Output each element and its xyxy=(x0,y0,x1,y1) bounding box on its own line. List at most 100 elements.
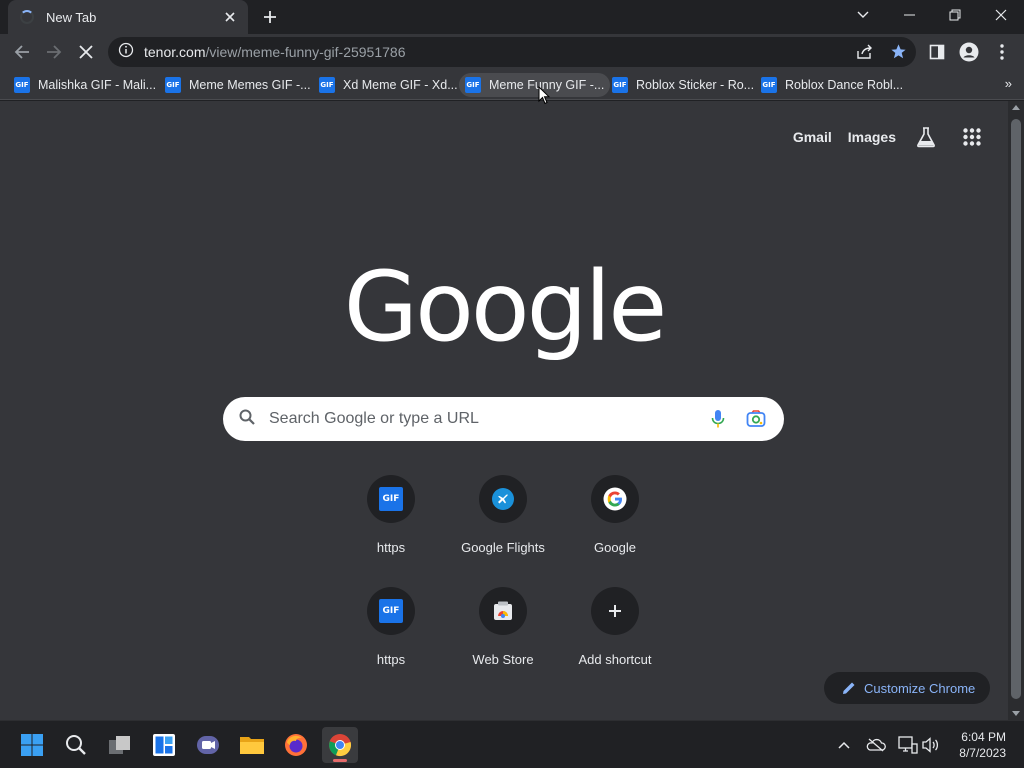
address-bar[interactable]: tenor.com/view/meme-funny-gif-25951786 xyxy=(108,37,916,67)
windows-logo-icon xyxy=(21,734,43,756)
teams-chat-icon[interactable] xyxy=(190,727,226,763)
tab-new-tab[interactable]: New Tab xyxy=(8,0,248,34)
gif-icon: GIF xyxy=(14,77,30,93)
clock-date: 8/7/2023 xyxy=(959,746,1006,760)
plus-icon xyxy=(609,605,621,617)
shortcut-tile[interactable]: Google xyxy=(559,473,671,585)
toolbar: tenor.com/view/meme-funny-gif-25951786 xyxy=(0,34,1024,70)
bookmark-item[interactable]: GIF Roblox Dance Robl... xyxy=(755,73,909,97)
taskbar-search-icon[interactable] xyxy=(58,727,94,763)
gif-icon: GIF xyxy=(165,77,181,93)
flights-icon xyxy=(492,488,514,510)
bookmarks-overflow-button[interactable]: » xyxy=(1005,76,1012,91)
loading-spinner-icon xyxy=(20,10,34,24)
customize-chrome-button[interactable]: Customize Chrome xyxy=(824,672,990,704)
pencil-icon xyxy=(842,681,856,695)
shortcut-tile[interactable]: GIF https xyxy=(335,473,447,585)
new-tab-page: Gmail Images Google Search Google or typ… xyxy=(0,101,1008,720)
google-g-icon xyxy=(603,487,627,511)
shortcut-label: https xyxy=(376,652,406,667)
show-hidden-icons-chevron-icon[interactable] xyxy=(833,734,855,756)
stop-loading-button[interactable] xyxy=(72,38,100,66)
labs-flask-icon[interactable] xyxy=(910,121,942,153)
task-view-icon[interactable] xyxy=(102,727,138,763)
taskbar-clock[interactable]: 6:04 PM 8/7/2023 xyxy=(959,729,1006,761)
web-store-icon xyxy=(494,601,512,620)
forward-button[interactable] xyxy=(40,38,68,66)
onedrive-offline-icon[interactable] xyxy=(865,734,887,756)
shortcut-label: Google xyxy=(594,540,636,555)
new-tab-button[interactable] xyxy=(256,4,284,30)
voice-search-icon[interactable] xyxy=(706,407,730,431)
mouse-cursor-icon xyxy=(538,85,551,110)
scroll-down-arrow-icon[interactable] xyxy=(1012,711,1020,716)
widgets-icon[interactable] xyxy=(146,727,182,763)
bookmark-item[interactable]: GIF Meme Memes GIF -... xyxy=(159,73,317,97)
side-panel-button[interactable] xyxy=(923,38,951,66)
bookmark-item[interactable]: GIF Xd Meme GIF - Xd... xyxy=(313,73,464,97)
top-links: Gmail Images xyxy=(777,121,988,153)
tab-title: New Tab xyxy=(46,9,97,25)
bookmark-star-icon[interactable] xyxy=(890,43,907,65)
shortcut-icon-circle xyxy=(479,475,527,523)
gif-icon: GIF xyxy=(612,77,628,93)
profile-avatar-icon[interactable] xyxy=(955,38,983,66)
shortcut-icon-circle: GIF xyxy=(367,587,415,635)
volume-icon[interactable] xyxy=(921,734,943,756)
tab-search-chevron-icon[interactable] xyxy=(840,0,886,30)
gif-icon: GIF xyxy=(761,77,777,93)
bookmark-item[interactable]: GIF Malishka GIF - Mali... xyxy=(8,73,162,97)
minimize-button[interactable] xyxy=(886,0,932,30)
google-logo: Google xyxy=(343,251,668,363)
bookmark-label: Malishka GIF - Mali... xyxy=(38,78,157,92)
gif-icon: GIF xyxy=(319,77,335,93)
clock-time: 6:04 PM xyxy=(961,730,1006,744)
restore-button[interactable] xyxy=(932,0,978,30)
share-icon[interactable] xyxy=(856,44,873,65)
bookmarks-bar: GIF Malishka GIF - Mali... GIF Meme Meme… xyxy=(0,70,1024,100)
gmail-link[interactable]: Gmail xyxy=(793,129,832,145)
shortcut-label: Add shortcut xyxy=(578,652,652,667)
bookmark-item[interactable]: GIF Meme Funny GIF -... xyxy=(459,73,611,97)
bookmark-label: Roblox Sticker - Ro... xyxy=(636,78,755,92)
images-link[interactable]: Images xyxy=(848,129,896,145)
file-explorer-icon[interactable] xyxy=(234,727,270,763)
tab-strip: New Tab xyxy=(0,0,1024,34)
back-button[interactable] xyxy=(8,38,36,66)
google-apps-icon[interactable] xyxy=(956,121,988,153)
bookmark-item[interactable]: GIF Roblox Sticker - Ro... xyxy=(606,73,760,97)
bookmark-label: Meme Memes GIF -... xyxy=(189,78,311,92)
search-box[interactable]: Search Google or type a URL xyxy=(223,397,784,441)
shortcut-label: Google Flights xyxy=(461,540,545,555)
shortcut-tile[interactable]: Google Flights xyxy=(447,473,559,585)
shortcut-icon-circle: GIF xyxy=(367,475,415,523)
shortcut-tile[interactable]: GIF https xyxy=(335,585,447,697)
windows-taskbar: 6:04 PM 8/7/2023 xyxy=(0,720,1024,768)
customize-chrome-label: Customize Chrome xyxy=(864,680,976,696)
shortcut-label: https xyxy=(376,540,406,555)
bookmark-label: Xd Meme GIF - Xd... xyxy=(343,78,458,92)
site-info-icon[interactable] xyxy=(118,42,134,63)
shortcut-icon-circle xyxy=(591,475,639,523)
gif-icon: GIF xyxy=(379,599,403,623)
scroll-up-arrow-icon[interactable] xyxy=(1012,105,1020,110)
shortcut-icon-circle xyxy=(479,587,527,635)
gif-icon: GIF xyxy=(465,77,481,93)
add-shortcut-button[interactable]: Add shortcut xyxy=(559,585,671,697)
chrome-menu-icon[interactable] xyxy=(988,38,1016,66)
start-button[interactable] xyxy=(14,727,50,763)
shortcut-icon-circle xyxy=(591,587,639,635)
close-tab-icon[interactable] xyxy=(222,9,238,25)
shortcut-tile[interactable]: Web Store xyxy=(447,585,559,697)
shortcut-label: Web Store xyxy=(472,652,534,667)
close-window-button[interactable] xyxy=(978,0,1024,30)
scrollbar-thumb[interactable] xyxy=(1011,119,1021,699)
gif-icon: GIF xyxy=(379,487,403,511)
url-host: tenor.com xyxy=(144,44,206,60)
network-icon[interactable] xyxy=(897,734,919,756)
search-placeholder: Search Google or type a URL xyxy=(269,410,479,427)
page-scrollbar[interactable] xyxy=(1008,101,1024,720)
chrome-taskbar-icon[interactable] xyxy=(322,727,358,763)
firefox-icon[interactable] xyxy=(278,727,314,763)
lens-camera-icon[interactable] xyxy=(744,407,768,431)
